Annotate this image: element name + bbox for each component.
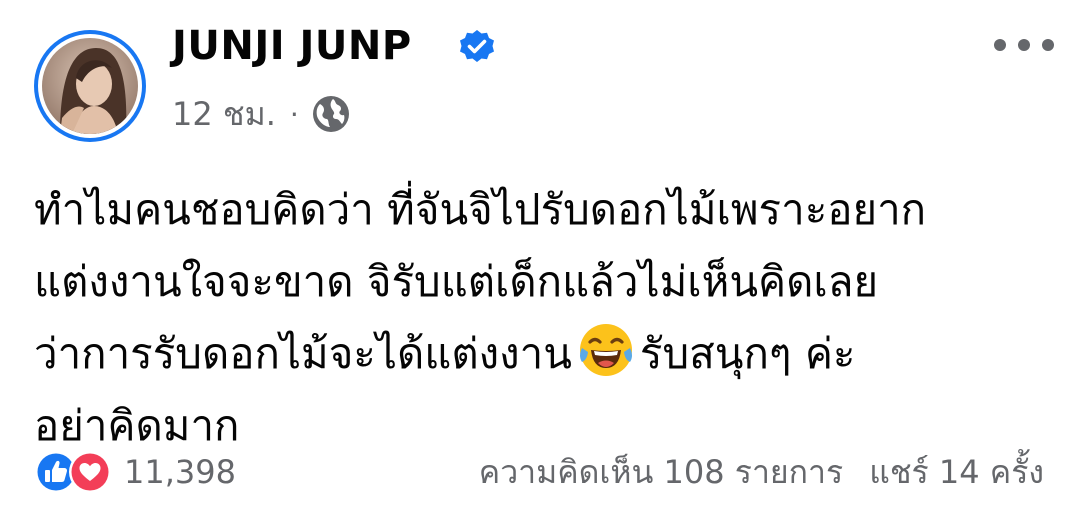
post-text-segment: รับสนุกๆ ค่ะ [639,329,856,378]
globe-icon[interactable] [311,94,351,134]
reactions-summary[interactable]: 11,398 [34,448,236,496]
post-body: ทำไมคนชอบคิดว่า ที่จันจิไปรับดอกไม้เพราะ… [34,174,1054,462]
verified-badge-icon [460,30,494,62]
love-reaction-icon [69,451,111,493]
post-text-line: แต่งงานใจจะขาด จิรับแต่เด็กแล้วไม่เห็นคิ… [34,257,879,306]
post-text-line-with-emoji: ว่าการรับดอกไม้จะได้แต่งงาน รับสนุกๆ ค่ะ [34,318,1054,390]
more-options-button[interactable] [994,30,1054,60]
facebook-post: JUNJI JUNP 12 ชม. · ทำไมคนชอบคิดว่า ที่จ… [0,0,1078,517]
more-dot [1018,39,1030,51]
meta-separator: · [289,97,299,131]
shares-count-link[interactable]: แชร์ 14 ครั้ง [869,447,1044,498]
laughing-tears-emoji-icon [579,324,632,376]
comments-count-link[interactable]: ความคิดเห็น 108 รายการ [479,447,843,498]
engagement-stats: ความคิดเห็น 108 รายการ แชร์ 14 ครั้ง [479,448,1044,496]
author-name[interactable]: JUNJI JUNP [172,20,412,72]
avatar[interactable] [34,30,146,142]
more-dot [1042,39,1054,51]
reaction-count: 11,398 [124,453,236,491]
profile-photo [42,38,138,134]
post-text-segment: ว่าการรับดอกไม้จะได้แต่งงาน [34,329,572,378]
post-meta: 12 ชม. · [172,92,351,136]
more-dot [994,39,1006,51]
avatar-border [38,34,142,138]
post-text-line: ทำไมคนชอบคิดว่า ที่จันจิไปรับดอกไม้เพราะ… [34,185,927,234]
post-timestamp[interactable]: 12 ชม. [172,89,276,140]
